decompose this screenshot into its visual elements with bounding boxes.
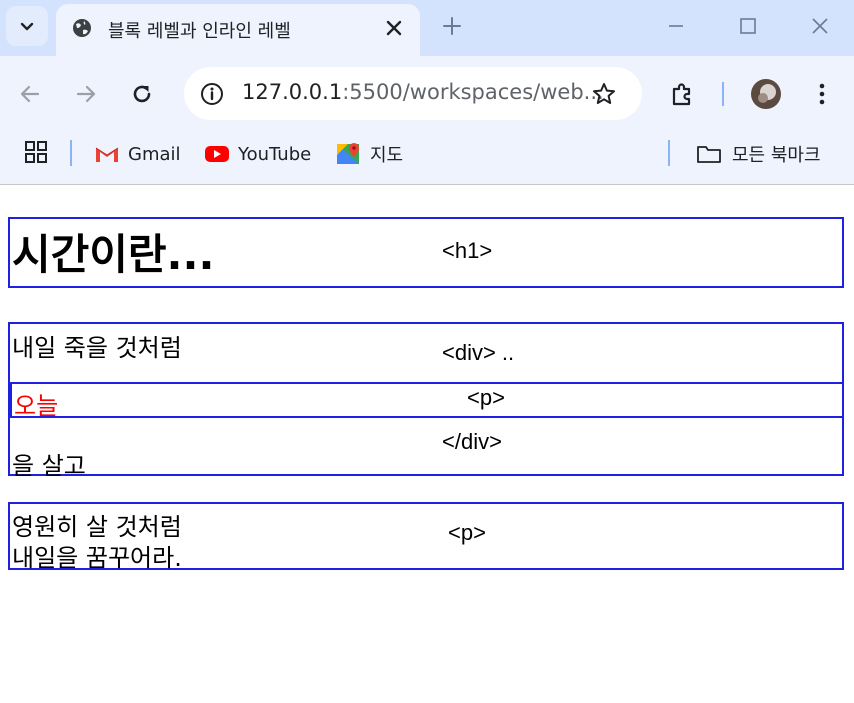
tab-search-button[interactable]: [6, 6, 48, 46]
bookmarks-bar: Gmail YouTube 지도 모든 북마크: [0, 132, 854, 185]
extensions-icon[interactable]: [668, 80, 696, 108]
youtube-icon: [205, 146, 229, 162]
all-bookmarks-button[interactable]: 모든 북마크: [696, 141, 821, 167]
bookmark-star-icon[interactable]: [590, 80, 618, 108]
profile-avatar-icon[interactable]: [750, 78, 782, 110]
bookmarks-divider: [70, 140, 72, 166]
p-line-2: 내일을 꿈꾸어라.: [12, 544, 182, 572]
bookmark-label: 지도: [370, 145, 404, 166]
more-menu-icon[interactable]: [808, 80, 836, 108]
h1-tag-note: <h1>: [442, 238, 493, 263]
inner-p-block: 오늘: [10, 382, 844, 420]
url-host: 127.0.0.1: [242, 80, 343, 104]
gmail-icon: [95, 147, 119, 162]
reload-icon[interactable]: [128, 80, 156, 108]
tab-title: 블록 레벨과 인라인 레벨: [108, 21, 291, 42]
p-line-1: 영원히 살 것처럼: [12, 513, 182, 541]
div-block: 내일 죽을 것처럼 오늘 을 살고: [8, 322, 844, 480]
bookmark-gmail[interactable]: Gmail: [94, 141, 181, 167]
maximize-icon[interactable]: [736, 14, 760, 38]
chevron-down-icon: [20, 22, 34, 31]
site-info-icon[interactable]: [198, 80, 226, 108]
back-icon[interactable]: [16, 80, 44, 108]
toolbar-divider: [722, 82, 724, 106]
minimize-icon[interactable]: [664, 14, 688, 38]
p-block: 영원히 살 것처럼 내일을 꿈꾸어라.: [8, 502, 844, 572]
h1-block: 시간이란...: [8, 217, 844, 288]
new-tab-icon[interactable]: [440, 14, 464, 38]
inner-p-tag-note: <p>: [467, 385, 505, 410]
url-text[interactable]: 127.0.0.1:5500/workspaces/web...: [242, 80, 604, 104]
globe-icon: [73, 19, 91, 37]
forward-icon[interactable]: [72, 80, 100, 108]
maps-icon: [337, 143, 359, 164]
apps-grid-icon[interactable]: [24, 140, 48, 164]
url-path: :5500/workspaces/web...: [342, 80, 604, 104]
window-close-icon[interactable]: [808, 14, 832, 38]
p-tag-note: <p>: [448, 520, 486, 545]
address-bar[interactable]: 127.0.0.1:5500/workspaces/web...: [184, 67, 642, 120]
div-line-3: 을 살고: [12, 452, 86, 480]
toolbar: 127.0.0.1:5500/workspaces/web...: [0, 56, 854, 132]
folder-icon: [697, 146, 721, 163]
div-line-1: 내일 죽을 것처럼: [12, 334, 182, 362]
bookmark-youtube[interactable]: YouTube: [204, 141, 311, 167]
close-icon[interactable]: [382, 16, 406, 40]
bookmarks-divider: [668, 140, 670, 166]
all-bookmarks-label: 모든 북마크: [732, 145, 821, 166]
bookmark-label: YouTube: [238, 143, 312, 165]
div-open-tag-note: <div> ..: [442, 340, 515, 365]
bookmark-label: Gmail: [128, 143, 181, 165]
inner-p-text: 오늘: [14, 392, 59, 420]
tab-strip: 블록 레벨과 인라인 레벨: [0, 0, 854, 56]
active-tab[interactable]: 블록 레벨과 인라인 레벨: [56, 4, 420, 56]
div-close-tag-note: </div>: [442, 429, 502, 454]
page-heading: 시간이란...: [12, 230, 215, 279]
bookmark-maps[interactable]: 지도: [336, 141, 403, 167]
